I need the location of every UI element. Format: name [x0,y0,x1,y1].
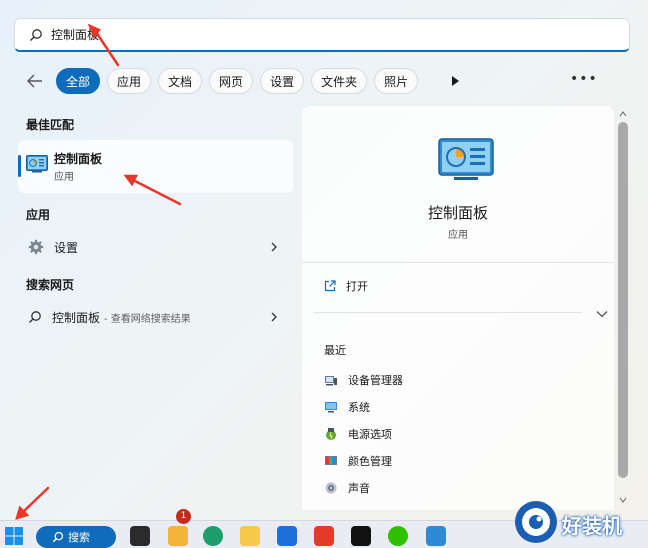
recent-item-color-management[interactable]: 颜色管理 [324,453,392,469]
wechat-icon[interactable] [388,526,408,546]
recent-label: 电源选项 [348,428,392,441]
recent-label: 系统 [348,401,370,414]
best-match-type: 应用 [54,172,74,183]
wps-office-icon[interactable] [314,526,334,546]
filter-chip-folders[interactable]: 文件夹 [311,68,368,94]
filter-chip-all[interactable]: 全部 [56,68,101,94]
annotation-arrowhead [15,505,30,520]
control-panel-icon [26,155,48,173]
search-icon [52,531,64,543]
recent-item-sound[interactable]: 声音 [324,480,370,496]
notification-badge: 1 [176,509,191,524]
recent-label: 颜色管理 [348,455,392,468]
file-explorer-icon[interactable] [240,526,260,546]
gear-icon [28,239,44,255]
search-input[interactable] [51,27,551,42]
results-list: 最佳匹配 控制面板 应用 应用 设置 搜索网页 控制面板 - 查看网络搜索结果 [14,108,296,508]
app-taskbar-icon[interactable] [168,526,188,546]
preview-pane: 控制面板 应用 打开 最近 设备管理器 系统 电源选项 颜色管理 声音 [302,106,614,510]
best-match-item[interactable]: 控制面板 应用 [18,140,293,193]
selection-indicator [18,155,21,177]
task-view-icon[interactable] [130,526,150,546]
recent-item-power-options[interactable]: 电源选项 [324,426,392,442]
apps-heading: 应用 [26,208,51,222]
divider [314,312,582,313]
web-query-label: 控制面板 [52,310,101,325]
filter-chip-apps[interactable]: 应用 [107,68,152,94]
recent-item-device-manager[interactable]: 设备管理器 [324,372,403,388]
search-icon [30,28,42,41]
app-taskbar-icon[interactable] [277,526,297,546]
control-panel-icon[interactable] [426,526,446,546]
taskbar-search-button[interactable]: 搜索 [36,526,116,548]
web-result-item[interactable]: 控制面板 - 查看网络搜索结果 [18,302,293,332]
taskbar-search-label: 搜索 [68,531,90,544]
filter-chip-web[interactable]: 网页 [209,68,254,94]
filter-chip-photos[interactable]: 照片 [374,68,419,94]
sound-icon [325,482,337,494]
filter-chip-documents[interactable]: 文档 [158,68,203,94]
settings-label: 设置 [54,240,79,255]
search-box[interactable] [14,18,630,52]
chevron-right-icon [271,242,277,252]
recent-item-system[interactable]: 系统 [324,399,370,415]
recent-label: 设备管理器 [348,374,403,387]
app-result-settings[interactable]: 设置 [18,232,293,262]
more-options-button[interactable]: ••• [570,71,598,87]
scroll-up-icon[interactable] [619,110,627,118]
open-label: 打开 [346,280,368,293]
preview-scrollbar[interactable] [616,108,628,508]
control-panel-icon [438,138,494,180]
capcut-icon[interactable] [351,526,371,546]
watermark-logo: 好装机 [512,498,648,548]
scrollbar-thumb[interactable] [618,122,628,478]
power-options-icon [326,428,336,440]
windows-start-icon[interactable] [4,526,24,546]
best-match-name: 控制面板 [54,152,103,166]
back-arrow-icon[interactable] [24,70,46,92]
watermark-eye-icon [515,501,557,543]
filter-bar: 全部 应用 文档 网页 设置 文件夹 照片 ••• [24,68,624,94]
color-management-icon [325,456,337,465]
open-external-icon [324,280,336,292]
device-manager-icon [325,376,337,386]
edge-browser-icon[interactable] [203,526,223,546]
best-match-heading: 最佳匹配 [26,118,75,132]
recent-heading: 最近 [324,344,346,357]
preview-type: 应用 [448,230,468,241]
search-icon [29,311,41,323]
recent-label: 声音 [348,482,370,495]
preview-title: 控制面板 [427,204,488,222]
system-icon [325,402,337,413]
play-icon[interactable] [448,74,462,88]
web-search-heading: 搜索网页 [26,278,75,292]
web-query-suffix: - 查看网络搜索结果 [104,313,191,325]
open-action[interactable]: 打开 [324,278,368,294]
watermark-text: 好装机 [562,514,622,538]
chevron-right-icon [271,312,277,322]
divider [302,262,614,263]
chevron-down-icon[interactable] [596,310,608,318]
filter-chip-settings[interactable]: 设置 [260,68,305,94]
